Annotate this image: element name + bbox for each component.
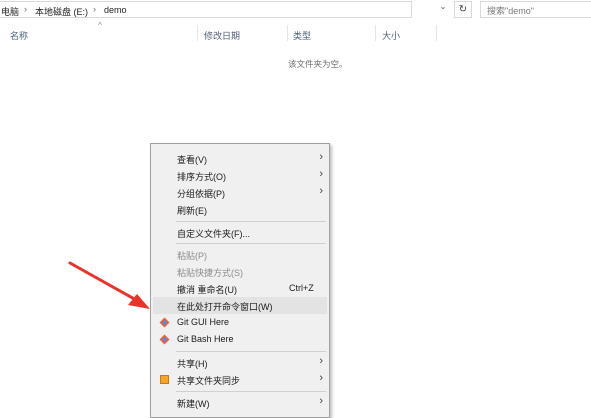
chevron-right-icon: ›: [319, 355, 323, 367]
menu-item-label: Git GUI Here: [177, 317, 230, 327]
menu-item-paste[interactable]: 粘贴(P): [153, 246, 327, 263]
column-type[interactable]: 类型: [293, 29, 311, 42]
breadcrumb-demo[interactable]: demo: [104, 5, 127, 15]
menu-item-label: Git Bash Here: [177, 334, 234, 344]
breadcrumb-local-disk[interactable]: 本地磁盘 (E:): [35, 5, 88, 18]
chevron-right-icon: ›: [319, 168, 323, 180]
share-sync-icon: [160, 375, 169, 384]
menu-item-view[interactable]: 查看(V) ›: [153, 150, 327, 167]
menu-separator: [176, 221, 326, 222]
menu-item-sort[interactable]: 排序方式(O) ›: [153, 167, 327, 184]
menu-item-git-gui[interactable]: Git GUI Here: [153, 314, 327, 331]
column-size[interactable]: 大小: [382, 29, 400, 42]
empty-folder-message: 该文件夹为空。: [288, 59, 348, 69]
breadcrumb-separator-icon[interactable]: ›: [24, 4, 27, 14]
menu-item-label: 分组依据(P): [177, 189, 225, 199]
menu-item-group[interactable]: 分组依据(P) ›: [153, 184, 327, 201]
context-menu: 查看(V) › 排序方式(O) › 分组依据(P) › 刷新(E) 自定义文件夹…: [150, 143, 330, 418]
menu-item-new[interactable]: 新建(W) ›: [153, 394, 327, 411]
breadcrumb-this-pc[interactable]: 电脑: [1, 5, 19, 18]
address-bar[interactable]: 电脑 › 本地磁盘 (E:) › demo: [0, 1, 412, 18]
menu-item-label: 刷新(E): [177, 206, 207, 216]
menu-item-label: 在此处打开命令窗口(W): [177, 302, 273, 312]
menu-item-label: 自定义文件夹(F)...: [177, 229, 250, 239]
sort-ascending-icon: ^: [98, 21, 102, 30]
column-name[interactable]: 名称: [10, 29, 28, 42]
menu-item-share-folder-sync[interactable]: 共享文件夹同步 ›: [153, 371, 327, 388]
chevron-right-icon: ›: [319, 151, 323, 163]
menu-separator: [176, 243, 326, 244]
chevron-down-icon[interactable]: ⌄: [437, 2, 449, 16]
menu-item-label: 撤消 重命名(U): [177, 285, 237, 295]
column-header: ^ 名称 修改日期 类型 大小: [0, 21, 591, 43]
git-icon: [159, 334, 170, 345]
menu-item-paste-shortcut[interactable]: 粘贴快捷方式(S): [153, 263, 327, 280]
chevron-right-icon: ›: [319, 372, 323, 384]
column-date-modified[interactable]: 修改日期: [204, 29, 240, 42]
menu-item-label: 粘贴快捷方式(S): [177, 268, 243, 278]
menu-item-undo-rename[interactable]: 撤消 重命名(U) Ctrl+Z: [153, 280, 327, 297]
chevron-right-icon: ›: [319, 395, 323, 407]
menu-separator: [176, 351, 326, 352]
column-divider[interactable]: [197, 25, 198, 41]
menu-item-label: 排序方式(O): [177, 172, 226, 182]
column-divider[interactable]: [287, 25, 288, 41]
menu-item-label: 粘贴(P): [177, 251, 207, 261]
search-placeholder: 搜索"demo": [487, 6, 534, 16]
menu-item-git-bash[interactable]: Git Bash Here: [153, 331, 327, 348]
menu-item-label: 查看(V): [177, 155, 207, 165]
menu-item-label: 共享文件夹同步: [177, 376, 241, 386]
chevron-right-icon: ›: [319, 185, 323, 197]
menu-item-label: 共享(H): [177, 359, 208, 369]
address-bar-row: 电脑 › 本地磁盘 (E:) › demo ⌄ ↻ 搜索"demo": [0, 0, 591, 20]
column-divider[interactable]: [436, 25, 437, 41]
menu-item-customize-folder[interactable]: 自定义文件夹(F)...: [153, 224, 327, 241]
menu-item-label: 新建(W): [177, 399, 210, 409]
menu-separator: [176, 391, 326, 392]
refresh-icon[interactable]: ↻: [454, 1, 472, 18]
git-icon: [159, 317, 170, 328]
menu-item-share[interactable]: 共享(H) ›: [153, 354, 327, 371]
breadcrumb-separator-icon[interactable]: ›: [93, 4, 96, 14]
column-divider[interactable]: [375, 25, 376, 41]
menu-item-refresh[interactable]: 刷新(E): [153, 201, 327, 218]
search-input[interactable]: 搜索"demo": [480, 1, 591, 18]
menu-item-shortcut: Ctrl+Z: [289, 283, 314, 293]
menu-item-open-command-window[interactable]: 在此处打开命令窗口(W): [153, 297, 327, 314]
